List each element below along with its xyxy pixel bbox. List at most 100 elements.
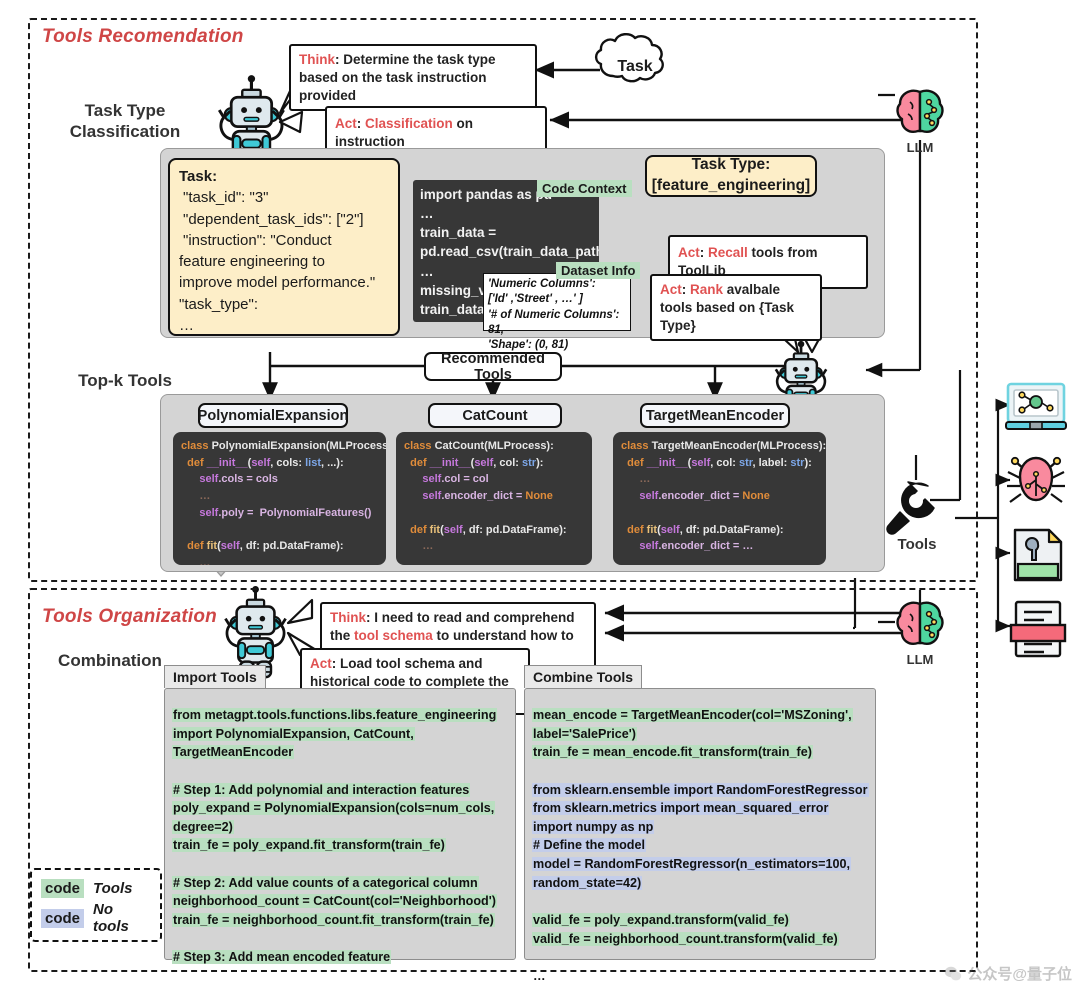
code-line: self.cols = cols xyxy=(199,473,278,486)
dataset-info-panel: 'Numeric Columns': ['Id' ,'Street' , …' … xyxy=(483,273,631,351)
watermark: 公众号@量子位 xyxy=(944,963,1072,984)
org-code-line: valid_fe = neighborhood_count.transform(… xyxy=(532,931,839,946)
task-card-line-4: improve model performance." xyxy=(179,274,376,292)
code-line: self.poly = PolynomialFeatures() xyxy=(199,506,372,519)
sdk-document-icon xyxy=(1013,528,1063,582)
code-line: def fit(self, df: pd.DataFrame): xyxy=(404,523,567,536)
llm-label-top: LLM xyxy=(906,140,934,155)
org-code-line: from sklearn.metrics import mean_squared… xyxy=(532,801,830,816)
org-code-line: TargetMeanEncoder xyxy=(172,745,295,760)
task-cloud-label: Task xyxy=(617,58,653,75)
task-type-line-2: [feature_engineering] xyxy=(651,177,811,194)
task-type-card: Task Type: [feature_engineering] xyxy=(645,155,817,197)
tools-wrench-label: Tools xyxy=(897,536,937,553)
section-title-organization: Tools Organization xyxy=(42,606,217,627)
callout-rank-sep: : xyxy=(681,282,691,297)
code-line: self.encoder_dict = None xyxy=(639,490,770,503)
import-tools-tab[interactable]: Import Tools xyxy=(164,665,266,688)
code-line: def __init__(self, cols: list, ...): xyxy=(181,456,344,469)
code-line: class TargetMeanEncoder(MLProcess): xyxy=(621,440,826,452)
code-line: def __init__(self, col: str): xyxy=(404,456,544,469)
code-context-line-2: train_data = xyxy=(420,225,497,241)
combine-tools-code: mean_encode = TargetMeanEncoder(col='MSZ… xyxy=(532,706,870,985)
org-code-line: from metagpt.tools.functions.libs.featur… xyxy=(172,708,498,722)
task-card-line-1: "dependent_task_ids": ["2"] xyxy=(183,210,364,228)
org-code-line: train_fe = neighborhood_count.fit_transf… xyxy=(172,912,495,927)
callout-act-highlight: Classification xyxy=(365,116,453,131)
org-code-line: … xyxy=(533,968,546,983)
legend-row-tools: code Tools xyxy=(41,879,151,898)
laptop-ml-icon xyxy=(1005,382,1067,430)
code-line: … xyxy=(181,557,211,565)
callout-schema-highlight: tool schema xyxy=(354,627,433,643)
callout-load-keyword: Act xyxy=(310,656,332,671)
tool-pill-2[interactable]: TargetMeanEncoder xyxy=(640,403,790,428)
legend-row-no-tools: code No tools xyxy=(41,901,151,935)
code-line: … xyxy=(181,490,211,503)
tool-pill-0[interactable]: PolynomialExpansion xyxy=(198,403,348,428)
callout-recall-keyword: Act xyxy=(678,245,700,260)
legend-label-tools: Tools xyxy=(93,880,133,897)
tool-pill-1[interactable]: CatCount xyxy=(428,403,562,428)
org-code-line: poly_expand = PolynomialExpansion(cols=n… xyxy=(172,801,496,816)
code-line: … xyxy=(621,473,651,486)
callout-rank-highlight: Rank xyxy=(690,282,724,297)
legend-chip-no-tools: code xyxy=(41,908,85,928)
combine-tools-tab[interactable]: Combine Tools xyxy=(524,665,643,688)
callout-act-sep: : xyxy=(356,116,366,131)
code-context-tag: Code Context xyxy=(537,180,632,197)
stage-label-combination: Combination xyxy=(58,651,162,670)
code-line: class CatCount(MLProcess): xyxy=(404,440,554,452)
org-code-line xyxy=(532,892,870,911)
bug-icon xyxy=(1007,456,1065,503)
callout-think-classify: Think: Determine the task type based on … xyxy=(289,44,537,112)
org-code-line: import numpy as np xyxy=(532,819,655,834)
callout-act-rank: Act: Rank avalbale tools based on {Task … xyxy=(650,274,822,342)
task-card: Task: "task_id": "3" "dependent_task_ids… xyxy=(168,158,400,336)
org-code-line: from sklearn.ensemble import RandomFores… xyxy=(532,782,869,797)
legend-chip-tools: code xyxy=(41,879,85,898)
code-line: def __init__(self, col: str, label: str)… xyxy=(621,456,812,469)
org-code-line: neighborhood_count = CatCount(col='Neigh… xyxy=(172,894,497,909)
stage-label-task-type-classification: Task Type Classification xyxy=(69,101,181,142)
watermark-text: 公众号@量子位 xyxy=(967,966,1072,983)
tool-code-card-2: class TargetMeanEncoder(MLProcess): def … xyxy=(613,432,826,565)
org-code-line: import PolynomialExpansion, CatCount, xyxy=(172,726,415,741)
org-code-line: # Step 2: Add value counts of a categori… xyxy=(172,875,479,890)
stage-label-topk-tools: Top-k Tools xyxy=(78,371,172,390)
code-line: class PolynomialExpansion(MLProcess): xyxy=(181,440,386,452)
diagram-root: SDK Tools Recomendation Tools Organizati… xyxy=(0,0,1080,992)
dataset-info-line-2: '# of Numeric Columns': 81, xyxy=(488,308,620,336)
task-card-title: Task: xyxy=(179,168,218,185)
org-code-line xyxy=(532,948,870,967)
org-code-line: label='SalePrice') xyxy=(532,726,637,741)
task-card-line-3: feature engineering to xyxy=(179,253,325,271)
org-code-line: model = RandomForestRegressor(n_estimato… xyxy=(532,857,852,871)
org-code-line: # Define the model xyxy=(532,838,646,853)
org-code-line: random_state=42) xyxy=(532,875,643,890)
wechat-icon xyxy=(945,966,962,980)
callout-schema-keyword: Think xyxy=(330,610,366,625)
import-tools-code: from metagpt.tools.functions.libs.featur… xyxy=(172,706,510,967)
tool-code-card-0: class PolynomialExpansion(MLProcess): de… xyxy=(173,432,386,565)
task-card-line-6: … xyxy=(179,317,194,335)
org-code-line xyxy=(532,762,870,781)
callout-act-keyword: Act xyxy=(335,116,357,131)
org-code-line: mean_encode = TargetMeanEncoder(col='MSZ… xyxy=(532,708,853,722)
ocr-document-icon xyxy=(1009,600,1067,658)
callout-recall-highlight: Recall xyxy=(708,245,748,260)
task-card-line-5: "task_type": xyxy=(179,295,259,313)
code-line: self.col = col xyxy=(422,473,489,486)
code-line: … xyxy=(404,540,434,553)
section-title-recommendation: Tools Recomendation xyxy=(42,26,244,47)
llm-label-bottom: LLM xyxy=(906,652,934,667)
code-line: def fit(self, df: pd.DataFrame): xyxy=(181,540,344,553)
org-code-line: # Step 1: Add polynomial and interaction… xyxy=(172,782,471,797)
callout-think-keyword: Think xyxy=(299,52,335,67)
callout-rank-keyword: Act xyxy=(660,282,682,297)
dataset-info-line-0: 'Numeric Columns': xyxy=(488,278,596,290)
task-card-line-0: "task_id": "3" xyxy=(183,189,269,207)
